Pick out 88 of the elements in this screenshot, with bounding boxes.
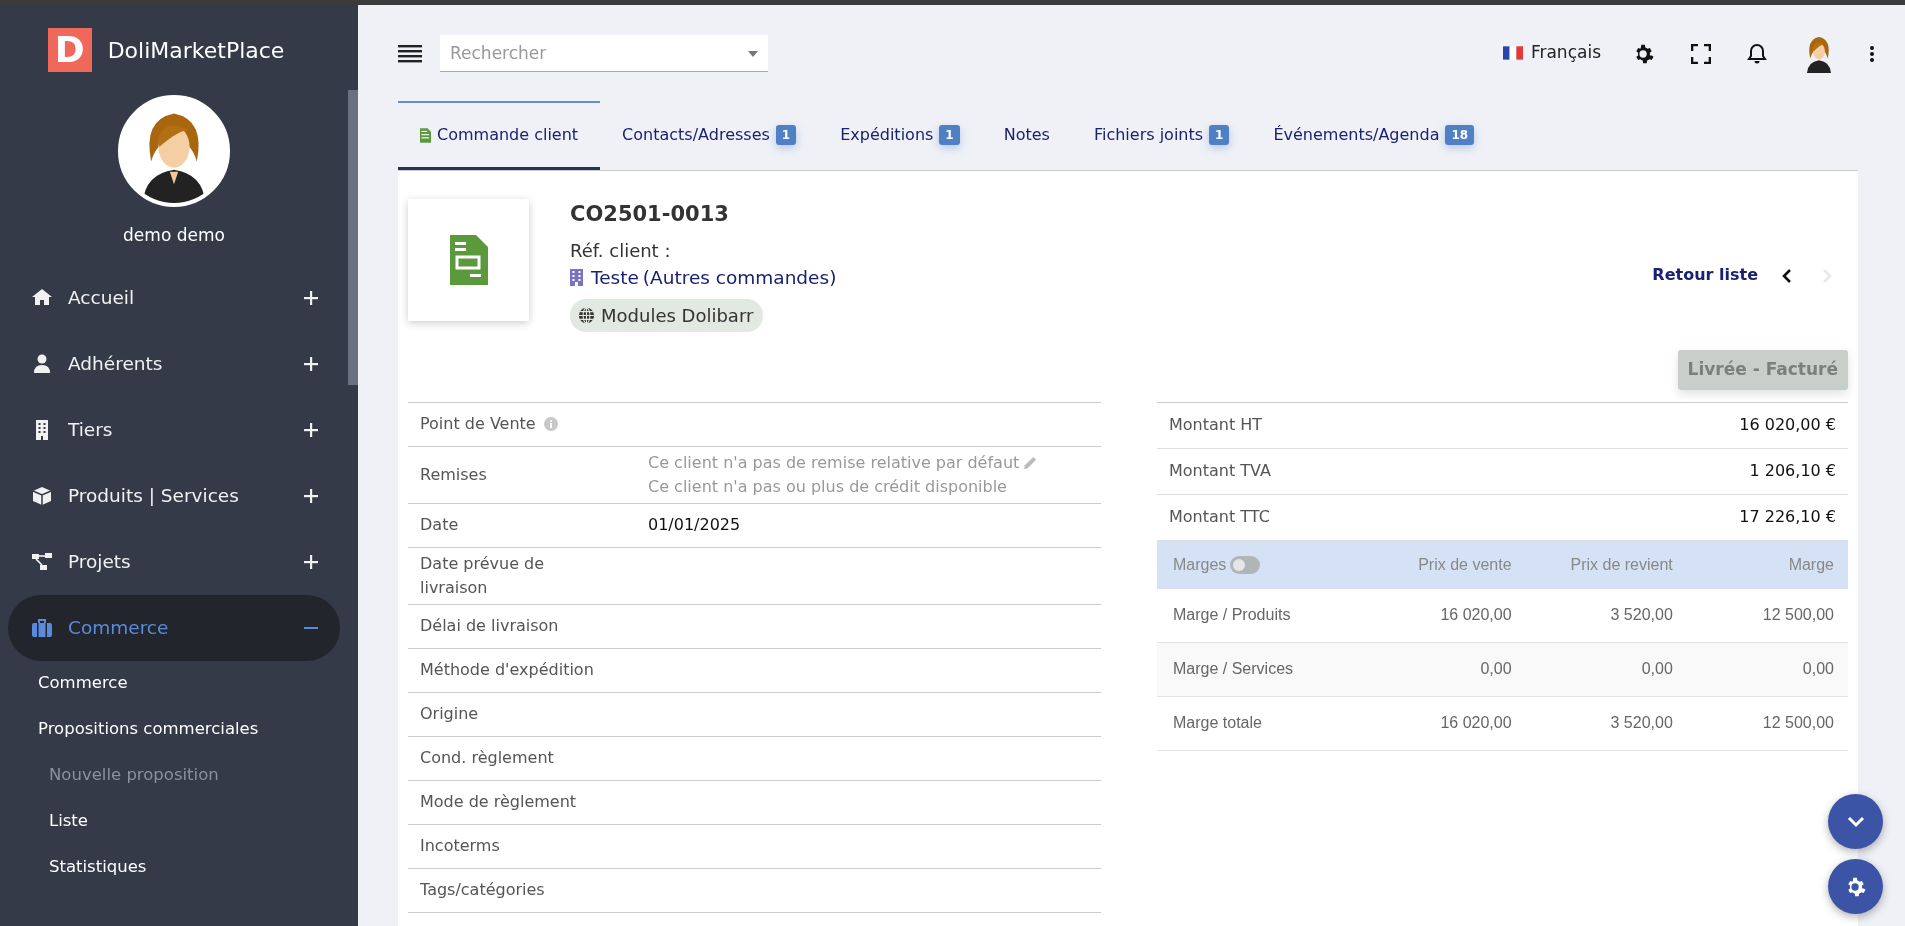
- row-label: Marge / Services: [1172, 659, 1295, 680]
- total-label: Montant TVA: [1169, 460, 1271, 483]
- logo: D: [47, 28, 92, 72]
- sidebar-item[interactable]: Accueil: [0, 264, 348, 331]
- expand-icon[interactable]: [304, 554, 318, 569]
- status-badge: Livrée - Facturé: [1677, 350, 1848, 390]
- user-icon: [32, 353, 52, 374]
- sidebar-item[interactable]: Projets: [0, 528, 348, 595]
- total-amount: 16 020,00 €: [1739, 414, 1836, 437]
- fullscreen-icon[interactable]: [1691, 41, 1711, 65]
- search-field[interactable]: Rechercher: [440, 34, 768, 72]
- tab[interactable]: Contacts/Adresses 1: [600, 101, 819, 170]
- field-label: Tags/catégories: [420, 879, 545, 902]
- sidebar-item[interactable]: Adhérents: [0, 330, 348, 397]
- count-badge: 1: [939, 125, 960, 145]
- bell-icon[interactable]: [1747, 41, 1767, 65]
- field-label: Cond. règlement: [420, 747, 554, 770]
- expand-icon[interactable]: [304, 488, 318, 503]
- chevron-down-icon: [1846, 815, 1865, 828]
- briefcase-icon: [32, 617, 52, 638]
- field-note: Ce client n'a pas ou plus de crédit disponible: [648, 475, 1007, 498]
- table-cell-text: 3 520,00: [1609, 605, 1674, 626]
- menu-item[interactable]: Commerce: [0, 660, 348, 707]
- field-label: Mode de règlement: [420, 791, 577, 814]
- order-reference: CO2501-0013: [570, 201, 729, 228]
- flag-icon: [1502, 46, 1523, 60]
- back-to-list-link[interactable]: Retour liste: [1652, 263, 1758, 287]
- expand-icon[interactable]: [304, 290, 318, 305]
- language-selector[interactable]: Français: [1502, 40, 1601, 66]
- column-header: Prix de revient: [1569, 554, 1674, 575]
- building-icon: [570, 268, 583, 286]
- table-cell-text: 12 500,00: [1761, 605, 1835, 626]
- document-icon: [449, 235, 488, 285]
- table-cell-text: 16 020,00: [1439, 713, 1513, 734]
- expand-icon[interactable]: [304, 356, 318, 371]
- count-badge: 1: [1209, 125, 1230, 145]
- globe-icon: [578, 307, 595, 325]
- total-label: Montant TTC: [1169, 506, 1270, 529]
- table-cell-text: 12 500,00: [1761, 713, 1835, 734]
- field-label: Incoterms: [420, 835, 500, 858]
- menu-item[interactable]: Statistiques: [0, 844, 348, 891]
- table-cell-text: 0,00: [1479, 659, 1513, 680]
- column-header: Marges: [1173, 554, 1227, 575]
- row-label: Marge / Produits: [1172, 605, 1292, 626]
- field-value: 01/01/2025: [648, 515, 741, 535]
- expand-icon[interactable]: [304, 422, 318, 437]
- field-label: Point de Vente: [420, 413, 536, 436]
- field-label: Origine: [420, 703, 479, 726]
- table-cell-text: 3 520,00: [1609, 713, 1674, 734]
- column-header: Prix de vente: [1417, 554, 1513, 575]
- field-label: Date prévue de livraison: [420, 552, 546, 599]
- sidebar-item[interactable]: Produits | Services: [0, 462, 348, 529]
- table-cell-text: 0,00: [1640, 659, 1674, 680]
- field-label: Délai de livraison: [420, 615, 559, 638]
- project-tag[interactable]: Modules Dolibarr: [570, 299, 764, 333]
- customer-reference-label: Réf. client :: [570, 238, 671, 263]
- document-icon: [420, 127, 431, 143]
- menu-item[interactable]: Propositions commerciales: [0, 706, 348, 753]
- row-label: Marge totale: [1172, 713, 1263, 734]
- sidebar-item[interactable]: Commerce: [8, 594, 340, 661]
- tab[interactable]: Fichiers joints 1: [1071, 101, 1252, 170]
- menu-item[interactable]: Liste: [0, 798, 348, 845]
- home-icon: [32, 287, 52, 308]
- table-cell-text: 0,00: [1801, 659, 1835, 680]
- margins-toggle[interactable]: [1230, 555, 1261, 574]
- tab[interactable]: Événements/Agenda 18: [1251, 101, 1497, 170]
- sidebar-item[interactable]: Tiers: [0, 396, 348, 463]
- other-orders-link[interactable]: (Autres commandes): [642, 263, 837, 292]
- scrollbar[interactable]: [348, 90, 358, 385]
- box-icon: [32, 485, 52, 506]
- dropdown-caret-icon[interactable]: [748, 50, 758, 57]
- tab[interactable]: Expéditions 1: [818, 101, 982, 170]
- total-label: Montant HT: [1169, 414, 1263, 437]
- total-amount: 17 226,10 €: [1739, 506, 1836, 529]
- brand-name: DoliMarketPlace: [107, 36, 285, 65]
- field-label: Date: [420, 514, 459, 537]
- field-note: Ce client n'a pas de remise relative par défaut: [648, 451, 1020, 474]
- table-cell-text: 16 020,00: [1439, 605, 1513, 626]
- field-label: Remises: [420, 463, 487, 486]
- user-name: demo demo: [123, 224, 225, 247]
- customer-link[interactable]: Teste: [570, 263, 639, 292]
- count-badge: 1: [775, 125, 797, 145]
- tab[interactable]: Notes: [981, 101, 1072, 170]
- column-header: Marge: [1787, 554, 1835, 575]
- field-label: Méthode d'expédition: [420, 659, 594, 682]
- total-amount: 1 206,10 €: [1749, 460, 1836, 483]
- count-badge: 18: [1445, 125, 1475, 145]
- hierarchy-icon: [32, 551, 52, 572]
